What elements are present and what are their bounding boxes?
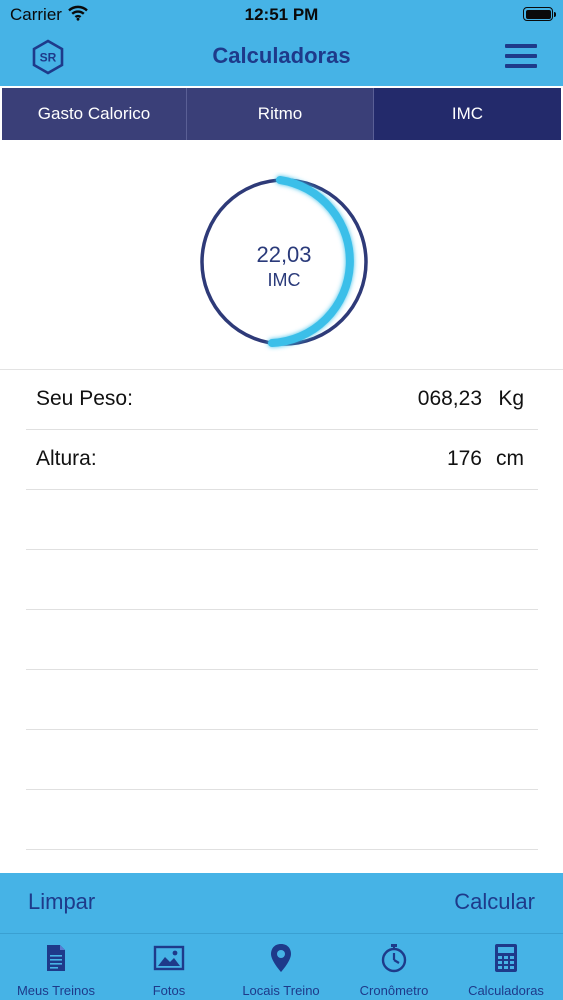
weight-input[interactable]: 068,23 <box>418 387 482 411</box>
calculator-segmented-control: Gasto Calorico Ritmo IMC <box>0 86 563 142</box>
tab-label: Cronômetro <box>359 983 429 998</box>
height-input[interactable]: 176 <box>447 447 482 471</box>
status-bar: Carrier 12:51 PM <box>0 0 563 30</box>
clock-label: 12:51 PM <box>244 5 319 24</box>
calculator-icon <box>490 942 522 974</box>
empty-row <box>26 730 538 790</box>
weight-label: Seu Peso: <box>36 387 133 410</box>
navigation-bar: SR Calculadoras <box>0 30 563 86</box>
stopwatch-icon <box>378 942 410 974</box>
empty-row <box>26 610 538 670</box>
map-pin-icon <box>265 942 297 974</box>
height-unit: cm <box>496 447 524 470</box>
empty-row <box>26 490 538 550</box>
calculate-button[interactable]: Calcular <box>454 889 535 915</box>
page-title: Calculadoras <box>212 43 351 68</box>
tab-label: Locais Treino <box>242 983 320 998</box>
empty-row <box>26 550 538 610</box>
tab-label: Fotos <box>152 983 186 998</box>
document-icon <box>40 942 72 974</box>
empty-row <box>26 670 538 730</box>
tab-meus-treinos[interactable]: Meus Treinos <box>0 934 112 1000</box>
clear-button[interactable]: Limpar <box>28 889 95 915</box>
bmi-value: 22,03 <box>256 242 312 267</box>
tab-locais-treino[interactable]: Locais Treino <box>225 934 337 1000</box>
tab-cronometro[interactable]: Cronômetro <box>338 934 450 1000</box>
tab-calculadoras[interactable]: Calculadoras <box>450 934 562 1000</box>
hamburger-menu-icon[interactable] <box>505 44 537 70</box>
weight-row[interactable]: Seu Peso: 068,23 Kg <box>26 370 538 430</box>
height-row[interactable]: Altura: 176 cm <box>26 430 538 490</box>
empty-row <box>26 790 538 850</box>
height-label: Altura: <box>36 447 97 470</box>
battery-icon <box>523 7 556 21</box>
segment-imc[interactable]: IMC <box>374 88 561 140</box>
bmi-label: IMC <box>267 270 301 290</box>
segment-ritmo[interactable]: Ritmo <box>187 88 374 140</box>
segment-gasto-calorico[interactable]: Gasto Calorico <box>2 88 187 140</box>
weight-unit: Kg <box>498 387 524 410</box>
photo-icon <box>153 942 185 974</box>
tab-bar: Meus Treinos Fotos Locais Treino Cronôme… <box>0 934 563 1000</box>
action-bar: Limpar Calcular <box>0 873 563 934</box>
bmi-gauge: 22,03 IMC <box>196 172 372 352</box>
tab-label: Calculadoras <box>468 983 544 998</box>
tab-label: Meus Treinos <box>16 983 96 998</box>
tab-fotos[interactable]: Fotos <box>113 934 225 1000</box>
